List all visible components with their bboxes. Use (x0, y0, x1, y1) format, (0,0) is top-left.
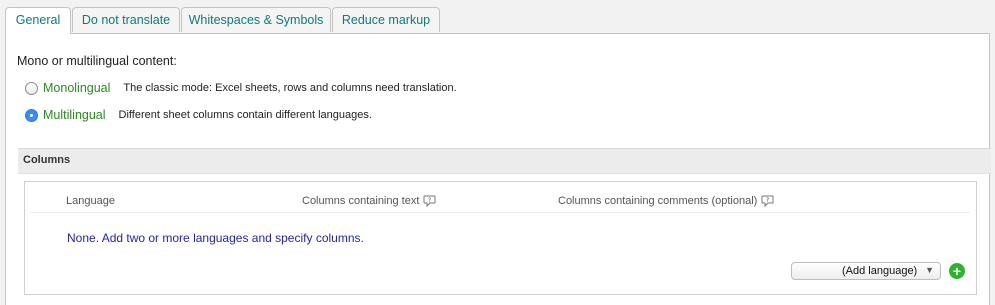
columns-section-header: Columns (18, 148, 991, 174)
svg-text:?: ? (428, 196, 431, 204)
columns-table: Language Columns containing text ? Colum… (24, 181, 977, 295)
no-languages-message: None. Add two or more languages and spec… (67, 231, 364, 245)
comment-columns-header: Columns containing comments (optional) ? (558, 195, 774, 207)
multilingual-radio[interactable] (25, 108, 38, 122)
language-column-header: Language (66, 195, 115, 207)
general-panel: Mono or multilingual content: Monolingua… (5, 33, 991, 305)
comment-columns-label: Columns containing comments (optional) (558, 195, 758, 207)
plus-circle-icon: + (952, 263, 962, 279)
tab-do-not-translate[interactable]: Do not translate (72, 7, 180, 32)
help-bubble-icon[interactable]: ? (423, 195, 436, 207)
monolingual-label[interactable]: Monolingual (43, 81, 110, 95)
columns-section-title: Columns (23, 154, 71, 166)
tab-whitespaces-symbols[interactable]: Whitespaces & Symbols (181, 7, 331, 32)
tab-reduce-markup[interactable]: Reduce markup (332, 7, 440, 32)
monolingual-radio[interactable] (25, 81, 38, 95)
multilingual-description: Different sheet columns contain differen… (118, 109, 372, 121)
add-language-select[interactable]: (Add language) ▼ (791, 262, 941, 280)
multilingual-option[interactable]: Multilingual Different sheet columns con… (25, 107, 372, 123)
help-bubble-icon[interactable]: ? (761, 195, 774, 207)
content-mode-heading: Mono or multilingual content: (17, 54, 177, 68)
text-columns-header: Columns containing text ? (302, 195, 436, 207)
add-language-button[interactable]: + (949, 263, 965, 279)
tab-general[interactable]: General (5, 7, 71, 34)
language-column-label: Language (66, 195, 115, 207)
monolingual-option[interactable]: Monolingual The classic mode: Excel shee… (25, 80, 457, 96)
dropdown-arrow-icon: ▼ (925, 265, 934, 275)
add-language-select-value: (Add language) (842, 265, 918, 277)
text-columns-label: Columns containing text (302, 195, 420, 207)
monolingual-description: The classic mode: Excel sheets, rows and… (123, 82, 457, 94)
header-divider (30, 212, 970, 213)
svg-text:?: ? (766, 196, 769, 204)
multilingual-label[interactable]: Multilingual (43, 108, 106, 122)
